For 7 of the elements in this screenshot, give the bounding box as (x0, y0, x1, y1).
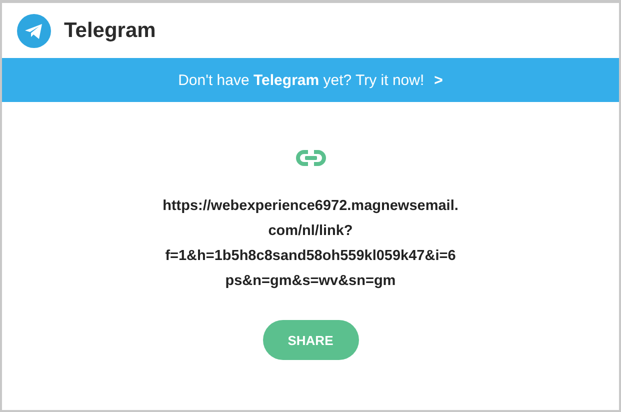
chevron-icon[interactable]: > (434, 72, 443, 88)
share-button[interactable]: SHARE (262, 320, 358, 360)
app-title: Telegram (64, 18, 156, 42)
shared-url: https://webexperience6972.magnewsemail. com/nl/link? f=1&h=1b5h8c8sand58oh559kl059k47&i=6 ps&n=gm&s=wv&sn=gm (162, 197, 458, 291)
telegram-logo-icon (17, 14, 51, 48)
promo-link[interactable]: Don't have Telegram yet? Try it now! (178, 72, 424, 88)
link-icon (296, 150, 326, 166)
